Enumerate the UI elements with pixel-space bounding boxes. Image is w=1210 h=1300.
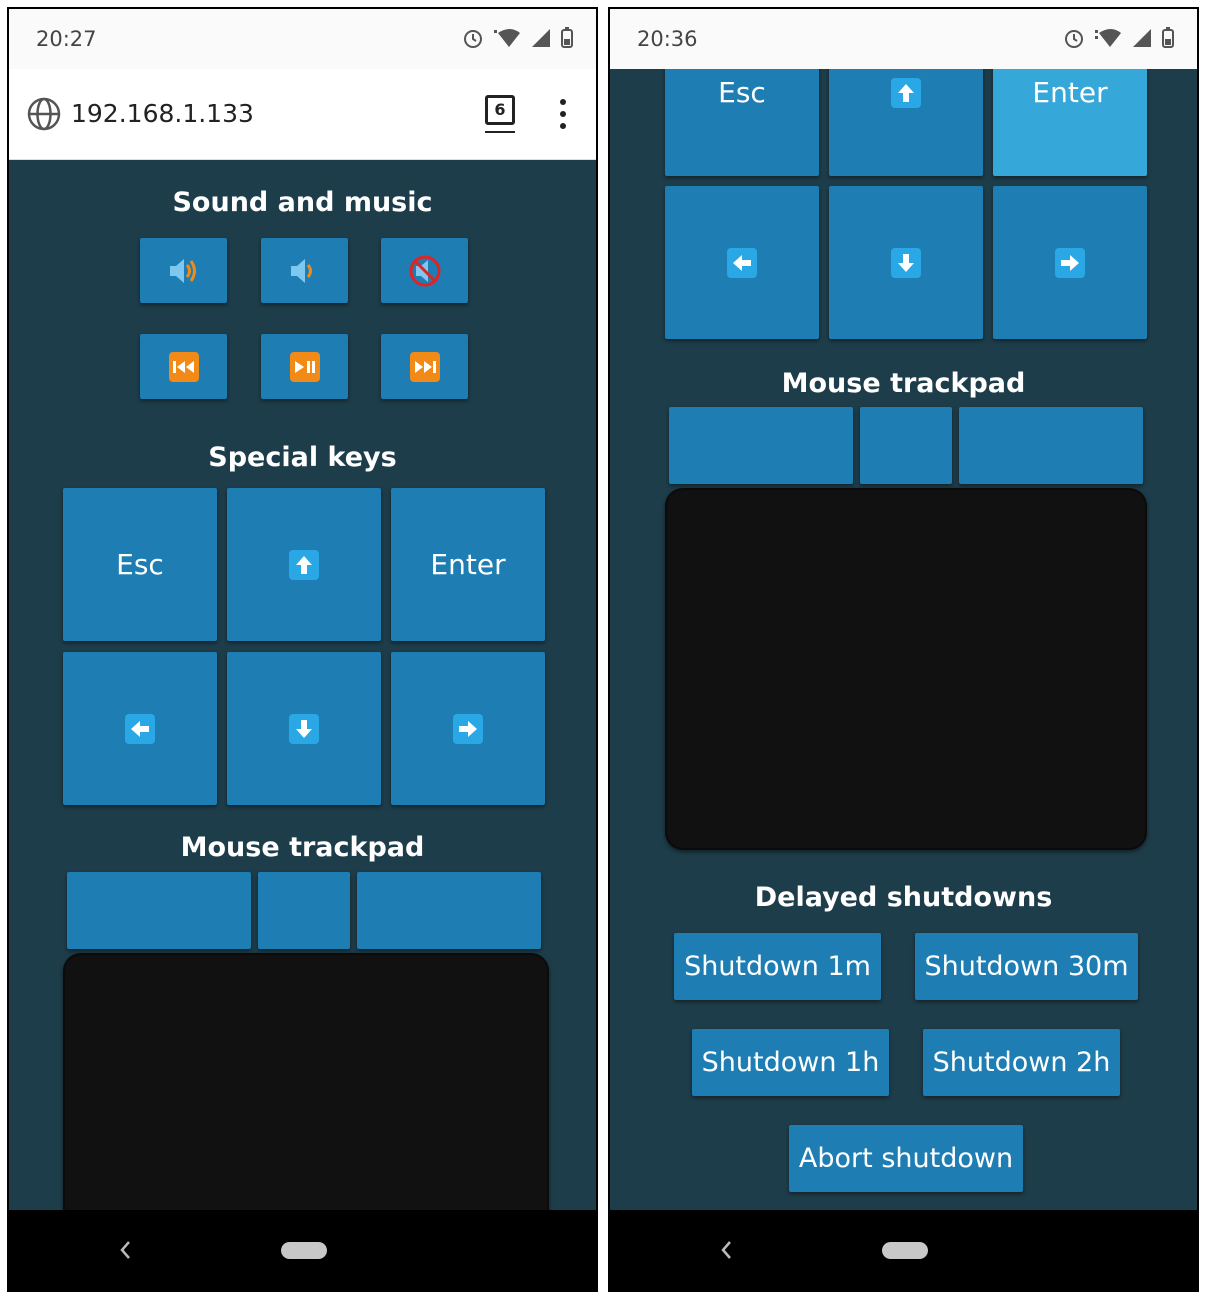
shutdown-30m-label: Shutdown 30m	[924, 951, 1129, 982]
down-key-button[interactable]	[829, 186, 983, 339]
shutdown-1h-button[interactable]: Shutdown 1h	[692, 1029, 889, 1096]
arrow-right-icon	[1055, 247, 1085, 278]
back-icon[interactable]	[117, 1236, 133, 1264]
phone-screen-right: Esc Enter 20:36 Mouse trackpad Delayed s…	[608, 7, 1199, 1292]
abort-shutdown-label: Abort shutdown	[798, 1143, 1014, 1174]
globe-icon	[27, 97, 61, 131]
left-click-button[interactable]	[67, 872, 251, 949]
shutdown-2h-button[interactable]: Shutdown 2h	[923, 1029, 1120, 1096]
phone-screen-left: 20:27 192.168.1.133 6 Sound and music Sp…	[7, 7, 598, 1292]
signal-icon	[1133, 29, 1151, 47]
shutdown-1h-label: Shutdown 1h	[701, 1047, 880, 1078]
section-heading-mouse-trackpad: Mouse trackpad	[180, 832, 425, 863]
enter-key-label: Enter	[430, 548, 506, 581]
arrow-right-icon	[453, 713, 483, 744]
left-key-button[interactable]	[665, 186, 819, 339]
section-heading-sound: Sound and music	[172, 187, 433, 218]
tab-switcher-button[interactable]: 6	[485, 95, 515, 125]
middle-click-button[interactable]	[258, 872, 350, 949]
signal-icon	[532, 29, 550, 47]
home-pill[interactable]	[882, 1242, 928, 1259]
section-heading-mouse-trackpad: Mouse trackpad	[781, 368, 1026, 399]
status-time: 20:36	[637, 27, 698, 51]
right-key-button[interactable]	[993, 186, 1147, 339]
section-heading-delayed-shutdowns: Delayed shutdowns	[754, 882, 1053, 913]
home-pill[interactable]	[281, 1242, 327, 1259]
left-click-button[interactable]	[669, 407, 853, 484]
status-bar: 20:36	[610, 9, 1197, 69]
volume-up-button[interactable]	[140, 238, 227, 303]
right-click-button[interactable]	[357, 872, 541, 949]
arrow-down-icon	[891, 247, 921, 278]
trackpad-area[interactable]	[665, 488, 1147, 850]
battery-icon	[561, 27, 573, 48]
wifi-icon	[1095, 29, 1121, 47]
left-key-button[interactable]	[63, 652, 217, 805]
volume-up-icon	[169, 258, 196, 283]
down-key-button[interactable]	[227, 652, 381, 805]
play-pause-button[interactable]	[261, 334, 348, 399]
shutdown-1m-label: Shutdown 1m	[684, 951, 871, 982]
arrow-up-icon	[891, 77, 921, 108]
arrow-up-icon	[289, 549, 319, 580]
arrow-left-icon	[727, 247, 757, 278]
esc-key-label: Esc	[116, 548, 164, 581]
status-bar: 20:27	[9, 9, 596, 69]
android-nav-bar	[9, 1210, 596, 1290]
esc-key-label: Esc	[718, 76, 766, 109]
volume-down-icon	[290, 258, 312, 283]
wifi-icon	[494, 29, 520, 47]
esc-key-button[interactable]: Esc	[63, 488, 217, 641]
mute-button[interactable]	[381, 238, 468, 303]
android-nav-bar	[610, 1210, 1197, 1290]
play-pause-icon	[289, 351, 320, 382]
shutdown-2h-label: Shutdown 2h	[932, 1047, 1111, 1078]
up-key-button[interactable]	[227, 488, 381, 641]
volume-down-button[interactable]	[261, 238, 348, 303]
previous-track-icon	[168, 351, 199, 382]
shutdown-30m-button[interactable]: Shutdown 30m	[915, 933, 1138, 1000]
enter-key-label: Enter	[1032, 76, 1108, 109]
section-heading-special-keys: Special keys	[208, 442, 397, 473]
shutdown-1m-button[interactable]: Shutdown 1m	[674, 933, 881, 1000]
status-time: 20:27	[36, 27, 97, 51]
back-icon[interactable]	[718, 1236, 734, 1264]
middle-click-button[interactable]	[860, 407, 952, 484]
alarm-icon	[464, 30, 482, 48]
tab-switcher-underline	[485, 131, 515, 133]
abort-shutdown-button[interactable]: Abort shutdown	[789, 1125, 1023, 1192]
right-click-button[interactable]	[959, 407, 1143, 484]
right-key-button[interactable]	[391, 652, 545, 805]
alarm-icon	[1065, 30, 1083, 48]
next-track-button[interactable]	[381, 334, 468, 399]
browser-url-bar: 192.168.1.133 6	[9, 69, 596, 160]
arrow-left-icon	[125, 713, 155, 744]
status-icons	[462, 27, 574, 49]
address-field[interactable]: 192.168.1.133	[71, 99, 254, 128]
arrow-down-icon	[289, 713, 319, 744]
mute-icon	[409, 255, 440, 286]
enter-key-button[interactable]: Enter	[391, 488, 545, 641]
status-icons	[1063, 27, 1175, 49]
previous-track-button[interactable]	[140, 334, 227, 399]
overflow-menu-icon[interactable]	[559, 99, 567, 135]
next-track-icon	[409, 351, 440, 382]
battery-icon	[1162, 27, 1174, 48]
